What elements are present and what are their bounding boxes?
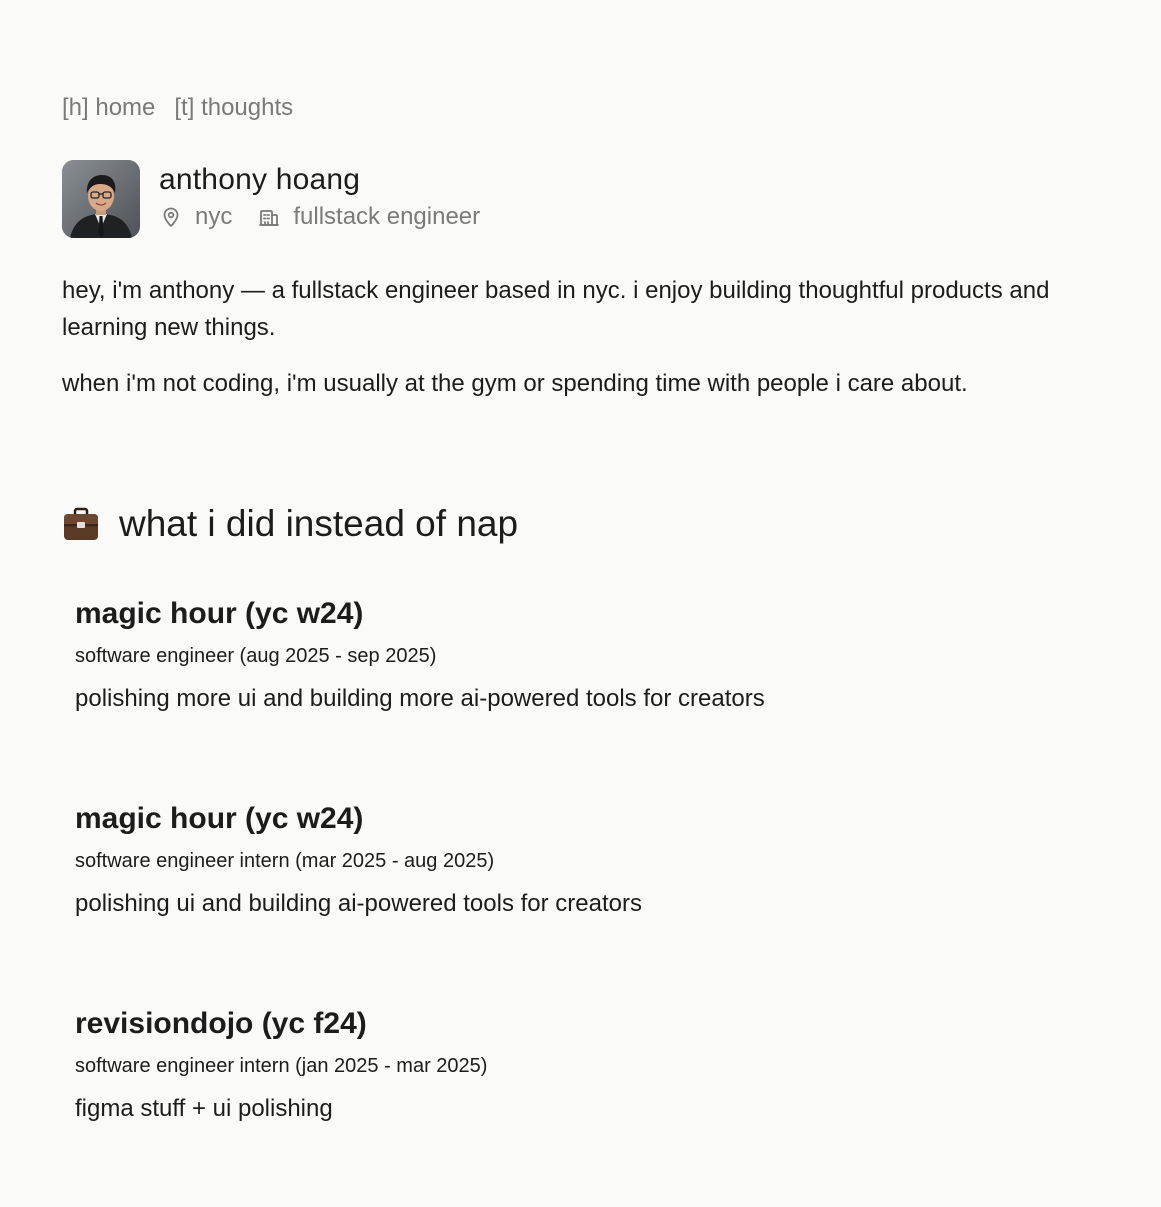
map-pin-icon [159,205,183,229]
nav-thoughts-link[interactable]: [t] thoughts [174,94,293,122]
job-entry: magic hour (yc w24) software engineer (a… [75,592,1075,797]
job-description: polishing ui and building ai-powered too… [75,890,642,917]
profile-info: anthony hoang nyc fullstack engineer [159,162,480,232]
experience-title: what i did instead of nap [119,503,519,544]
experience-heading: what i did instead of nap [62,503,518,545]
building-icon [257,205,281,229]
job-description: polishing more ui and building more ai-p… [75,685,765,712]
profile-location: nyc [195,203,233,230]
job-company: magic hour (yc w24) [75,597,364,630]
job-company: revisiondojo (yc f24) [75,1007,367,1040]
profile-name: anthony hoang [159,163,361,196]
briefcase-icon [62,505,100,543]
avatar [62,160,140,238]
profile-meta: nyc fullstack engineer [159,202,480,232]
job-description: figma stuff + ui polishing [75,1095,333,1122]
job-role: software engineer intern (mar 2025 - aug… [75,850,495,872]
bio-paragraph: hey, i'm anthony — a fullstack engineer … [62,277,1050,341]
job-entry: revisiondojo (yc f24) software engineer … [75,1002,1075,1207]
job-entry: magic hour (yc w24) software engineer in… [75,797,1075,1002]
job-role: software engineer (aug 2025 - sep 2025) [75,645,437,667]
nav-home-link[interactable]: [h] home [62,94,155,122]
bio-paragraph: when i'm not coding, i'm usually at the … [62,370,968,397]
experience-list: magic hour (yc w24) software engineer (a… [75,592,1075,1207]
bio: hey, i'm anthony — a fullstack engineer … [62,272,1092,421]
top-nav: [h] home [t] thoughts [62,94,293,122]
profile-role: fullstack engineer [293,203,481,230]
job-company: magic hour (yc w24) [75,802,364,835]
avatar-photo [62,160,140,238]
job-role: software engineer intern (jan 2025 - mar… [75,1055,488,1077]
profile-header: anthony hoang nyc fullstack engineer [62,160,480,238]
